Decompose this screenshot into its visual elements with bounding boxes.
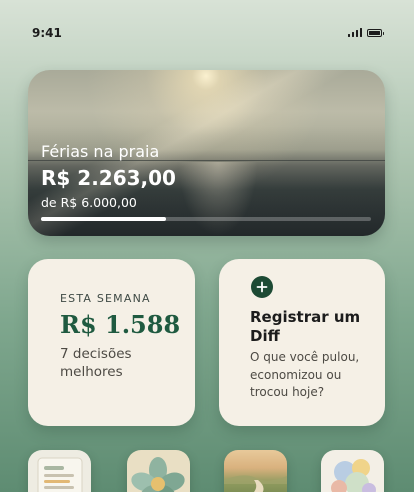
cellular-signal-icon bbox=[347, 28, 362, 37]
diff-description: O que você pulou, economizou ou trocou h… bbox=[250, 350, 360, 399]
notes-icon[interactable] bbox=[28, 450, 91, 492]
goal-progress-bar bbox=[41, 217, 167, 221]
goal-amount: R$ 2.263,00 bbox=[41, 166, 176, 190]
goal-progress-track bbox=[41, 217, 371, 221]
goal-title: Férias na praia bbox=[41, 142, 160, 161]
status-bar: 9:41 bbox=[0, 0, 414, 60]
road-landscape-icon[interactable] bbox=[224, 450, 287, 492]
week-description: 7 decisões melhores bbox=[60, 346, 132, 380]
diff-title: Registrar um Diff bbox=[250, 308, 361, 345]
status-icons bbox=[347, 28, 384, 37]
week-label: ESTA SEMANA bbox=[60, 292, 151, 305]
status-time: 9:41 bbox=[32, 26, 62, 40]
week-summary-card[interactable]: ESTA SEMANA R$ 1.588 7 decisões melhores bbox=[28, 259, 195, 426]
bubbles-icon[interactable] bbox=[321, 450, 384, 492]
goal-card[interactable]: Férias na praia R$ 2.263,00 de R$ 6.000,… bbox=[28, 70, 385, 236]
battery-icon bbox=[367, 28, 384, 37]
flower-icon[interactable] bbox=[127, 450, 190, 492]
week-amount: R$ 1.588 bbox=[60, 310, 181, 339]
plus-icon[interactable] bbox=[251, 276, 273, 298]
goal-target: de R$ 6.000,00 bbox=[41, 195, 137, 210]
register-diff-card[interactable]: Registrar um Diff O que você pulou, econ… bbox=[219, 259, 385, 426]
